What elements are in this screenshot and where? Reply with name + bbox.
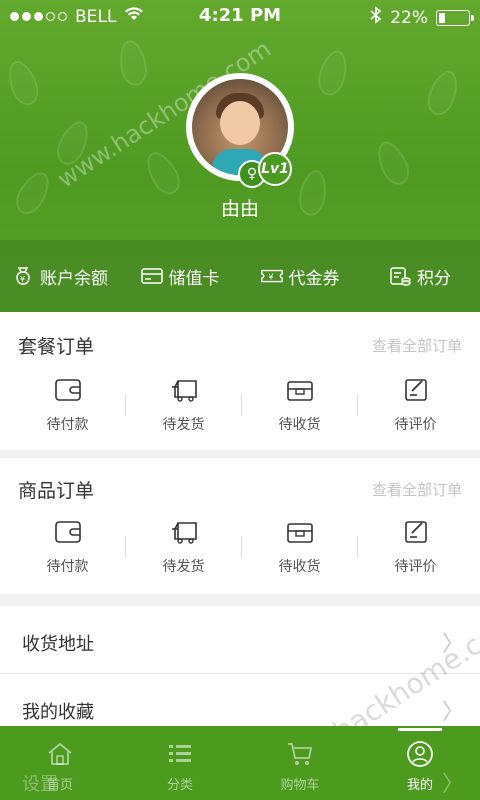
voucher-icon: ¥	[260, 265, 283, 287]
package-orders-card: 套餐订单 查看全部订单 待付款 待发货 待收货 待评价	[0, 312, 480, 450]
leaf-decoration	[2, 56, 44, 110]
list-icon	[169, 745, 191, 762]
truck-icon	[171, 380, 197, 402]
leaf-decoration	[371, 136, 415, 190]
user-icon	[407, 741, 433, 767]
list-item-settings[interactable]: 设置	[22, 770, 58, 796]
home-icon	[48, 742, 72, 765]
username[interactable]: 由由	[0, 194, 480, 221]
view-all-package-orders-link[interactable]: 查看全部订单	[372, 335, 462, 356]
product-orders-card: 商品订单 查看全部订单 待付款 待发货 待收货 待评价	[0, 458, 480, 594]
bottom-tab-bar: 首页 分类 购物车 我的	[0, 726, 480, 800]
leaf-decoration	[116, 38, 150, 88]
points-label: 积分	[417, 268, 451, 289]
pending-review-label: 待评价	[394, 417, 437, 433]
pending-payment-button[interactable]: 待付款	[10, 518, 125, 594]
svg-text:¥: ¥	[268, 272, 273, 282]
voucher-button[interactable]: ¥ 代金券	[240, 240, 360, 312]
wallet-icon	[54, 521, 81, 543]
edit-review-icon	[404, 521, 427, 543]
points-icon	[389, 265, 411, 287]
tab-cart[interactable]: 购物车	[240, 726, 360, 800]
cart-icon	[288, 743, 313, 765]
points-button[interactable]: 积分	[360, 240, 480, 312]
profile-header: BELL 4:21 PM 22% www.hackhome.com ♀ Lv1 …	[0, 0, 480, 312]
pending-receipt-label: 待收货	[278, 559, 321, 575]
account-balance-button[interactable]: ¥ 账户余额	[0, 240, 120, 312]
svg-text:¥: ¥	[20, 275, 25, 284]
status-bar: BELL 4:21 PM 22%	[0, 0, 480, 34]
list-item-shipping-address[interactable]: 收货地址 〉	[0, 606, 480, 674]
stored-value-card-label: 储值卡	[168, 268, 220, 289]
package-box-icon	[286, 523, 313, 543]
pending-review-label: 待评价	[394, 559, 437, 575]
shipping-address-label: 收货地址	[22, 634, 94, 655]
wallet-icon	[54, 379, 81, 401]
pending-payment-label: 待付款	[46, 417, 89, 433]
pending-shipment-label: 待发货	[162, 417, 205, 433]
pending-review-button[interactable]: 待评价	[358, 376, 473, 452]
tab-mine-label: 我的	[406, 778, 433, 793]
card-icon	[140, 265, 163, 287]
pending-receipt-button[interactable]: 待收货	[242, 376, 357, 452]
battery-percent: 22%	[390, 7, 428, 28]
pending-receipt-button[interactable]: 待收货	[242, 518, 357, 594]
pending-shipment-button[interactable]: 待发货	[126, 376, 241, 452]
product-orders-title: 商品订单	[18, 480, 95, 502]
leaf-decoration	[422, 66, 464, 120]
bluetooth-icon	[370, 6, 382, 29]
tab-cart-label: 购物车	[280, 778, 320, 793]
pending-shipment-label: 待发货	[162, 559, 205, 575]
view-all-product-orders-link[interactable]: 查看全部订单	[372, 479, 462, 500]
pending-payment-label: 待付款	[46, 559, 89, 575]
voucher-label: 代金券	[288, 268, 340, 289]
favorites-label: 我的收藏	[22, 702, 94, 723]
tab-category[interactable]: 分类	[120, 726, 240, 800]
battery-icon	[436, 9, 474, 26]
tab-category-label: 分类	[166, 778, 193, 793]
tab-home[interactable]: 首页	[0, 726, 120, 800]
pending-payment-button[interactable]: 待付款	[10, 376, 125, 452]
truck-icon	[171, 522, 197, 544]
leaf-decoration	[314, 47, 352, 99]
money-bag-icon: ¥	[12, 265, 34, 287]
package-orders-title: 套餐订单	[18, 336, 95, 358]
package-box-icon	[286, 381, 313, 401]
quick-actions-bar: ¥ 账户余额 储值卡 ¥ 代金券 积分	[0, 240, 480, 312]
stored-value-card-button[interactable]: 储值卡	[120, 240, 240, 312]
chevron-right-icon: 〉	[441, 772, 464, 797]
chevron-right-icon: 〉	[441, 700, 464, 725]
edit-review-icon	[404, 379, 427, 401]
pending-receipt-label: 待收货	[278, 417, 321, 433]
pending-shipment-button[interactable]: 待发货	[126, 518, 241, 594]
account-balance-label: 账户余额	[40, 268, 108, 289]
pending-review-button[interactable]: 待评价	[358, 518, 473, 594]
leaf-decoration	[140, 146, 186, 200]
level-badge: Lv1	[258, 152, 292, 186]
